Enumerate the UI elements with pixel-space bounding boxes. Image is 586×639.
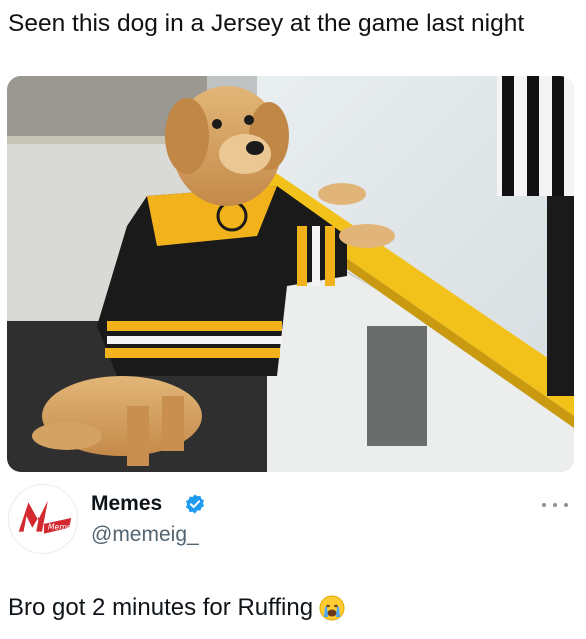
author-display-name[interactable]: Memes bbox=[91, 490, 162, 518]
more-dot-icon bbox=[542, 503, 546, 507]
caption-text: Seen this dog in a Jersey at the game la… bbox=[8, 10, 525, 37]
post-body: Bro got 2 minutes for Ruffing bbox=[8, 592, 578, 624]
verified-badge-icon bbox=[186, 494, 204, 514]
post-text: Bro got 2 minutes for Ruffing bbox=[8, 594, 314, 621]
more-dot-icon bbox=[553, 503, 557, 507]
avatar[interactable]: Memes bbox=[8, 484, 78, 554]
memes-logo-icon: Memes bbox=[9, 485, 77, 553]
dog-in-hockey-jersey-photo bbox=[7, 76, 574, 472]
crying-face-emoji-icon bbox=[319, 595, 345, 621]
post-header: Memes Memes @memeig_ bbox=[8, 484, 578, 556]
more-options-button[interactable] bbox=[542, 498, 568, 512]
author-handle[interactable]: @memeig_ bbox=[91, 521, 199, 549]
avatar-logo-text: Memes bbox=[48, 523, 76, 532]
post-photo[interactable] bbox=[7, 76, 574, 472]
more-dot-icon bbox=[564, 503, 568, 507]
